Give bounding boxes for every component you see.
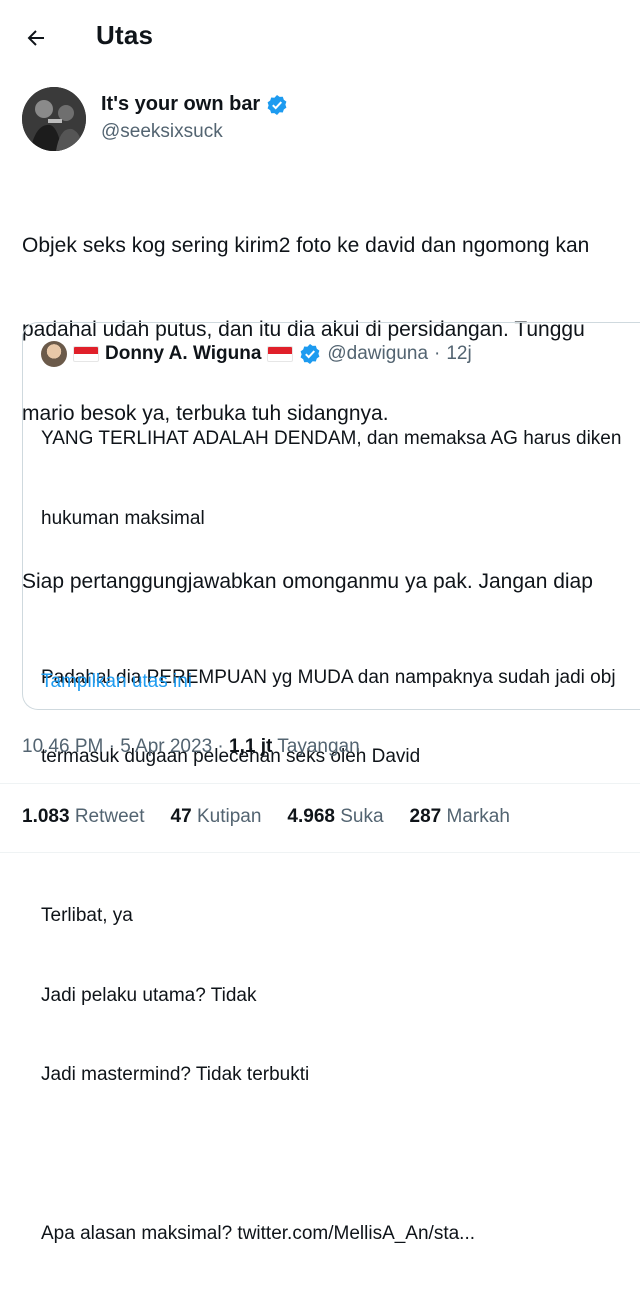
show-thread-link[interactable]: Tampilkan utas ini (41, 671, 192, 693)
quotes-label: Kutipan (196, 806, 262, 827)
quote-line: hukuman maksimal (41, 507, 205, 529)
likes-label: Suka (340, 806, 384, 827)
engagement-stats: 1.083 Retweet 47 Kutipan 4.968 Suka 287 … (22, 806, 510, 828)
tweet-meta: 10.46 PM · 5 Apr 2023 · 1,1 jt Tayangan (22, 736, 360, 758)
indonesia-flag-icon (267, 346, 294, 362)
quoted-tweet-header: Donny A. Wiguna @dawiguna · 12j (41, 341, 472, 367)
author-name[interactable]: It's your own bar (101, 93, 260, 116)
avatar[interactable] (22, 87, 86, 151)
indonesia-flag-icon (73, 346, 99, 362)
quote-line: Apa alasan maksimal? twitter.com/MellisA… (41, 1223, 476, 1244)
author-name-row[interactable]: It's your own bar (101, 93, 288, 116)
separator-dot: · (217, 736, 224, 757)
views-count: 1,1 jt (229, 736, 273, 757)
retweets-label: Retweet (74, 806, 145, 827)
quotes-count: 47 (170, 806, 192, 827)
quotes-stat[interactable]: 47 Kutipan (171, 806, 262, 828)
views-label: Tayangan (277, 736, 360, 757)
verified-badge-icon (299, 343, 321, 365)
quote-line: Jadi mastermind? Tidak terbukti (41, 1064, 310, 1085)
separator-dot: · (434, 343, 441, 364)
quoted-author-handle[interactable]: @dawiguna (327, 343, 428, 365)
quoted-time[interactable]: 12j (446, 343, 471, 365)
quote-line: YANG TERLIHAT ADALAH DENDAM, dan memaksa… (41, 428, 622, 449)
tweet-line: Objek seks kog sering kirim2 foto ke dav… (22, 234, 590, 257)
author-handle[interactable]: @seeksixsuck (101, 121, 223, 143)
bookmarks-stat[interactable]: 287 Markah (410, 806, 510, 828)
verified-badge-icon (266, 94, 288, 116)
separator-dot: · (108, 736, 115, 757)
divider (0, 783, 640, 784)
top-bar: Utas (0, 0, 640, 74)
bookmarks-label: Markah (446, 806, 510, 827)
quoted-avatar[interactable] (41, 341, 67, 367)
quote-line: Terlibat, ya (41, 905, 133, 926)
tweet-date[interactable]: 5 Apr 2023 (120, 736, 212, 757)
bookmarks-count: 287 (409, 806, 442, 827)
quote-line (41, 1142, 621, 1169)
quote-line: Jadi pelaku utama? Tidak (41, 984, 257, 1006)
quote-line (41, 585, 621, 612)
retweets-count: 1.083 (22, 806, 70, 827)
tweet-time[interactable]: 10.46 PM (22, 736, 103, 757)
quoted-tweet[interactable]: Donny A. Wiguna @dawiguna · 12j YANG TER… (22, 322, 640, 1244)
quoted-tweet-text: YANG TERLIHAT ADALAH DENDAM, dan memaksa… (41, 373, 621, 1301)
retweets-stat[interactable]: 1.083 Retweet (22, 806, 145, 828)
likes-stat[interactable]: 4.968 Suka (287, 806, 383, 828)
quoted-author-name[interactable]: Donny A. Wiguna (105, 343, 261, 365)
likes-count: 4.968 (287, 806, 335, 827)
back-arrow-icon[interactable] (22, 24, 50, 52)
page-title: Utas (96, 20, 154, 50)
